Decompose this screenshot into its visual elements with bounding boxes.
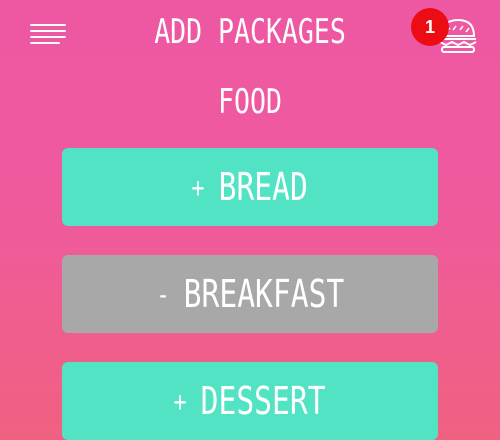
package-label: BREAKFAST [183, 272, 344, 316]
add-sign: + [191, 170, 205, 204]
package-button-bread[interactable]: + BREAD [62, 148, 438, 226]
package-label: DESSERT [201, 379, 327, 423]
page-title: ADD PACKAGES [154, 12, 346, 52]
remove-sign: - [156, 277, 170, 311]
cart-count-badge: 1 [411, 8, 449, 46]
section-title: FOOD [218, 82, 282, 122]
add-sign: + [173, 384, 188, 418]
package-button-dessert[interactable]: + DESSERT [62, 362, 438, 440]
package-label: BREAD [218, 165, 309, 209]
package-button-breakfast[interactable]: - BREAKFAST [62, 255, 438, 333]
